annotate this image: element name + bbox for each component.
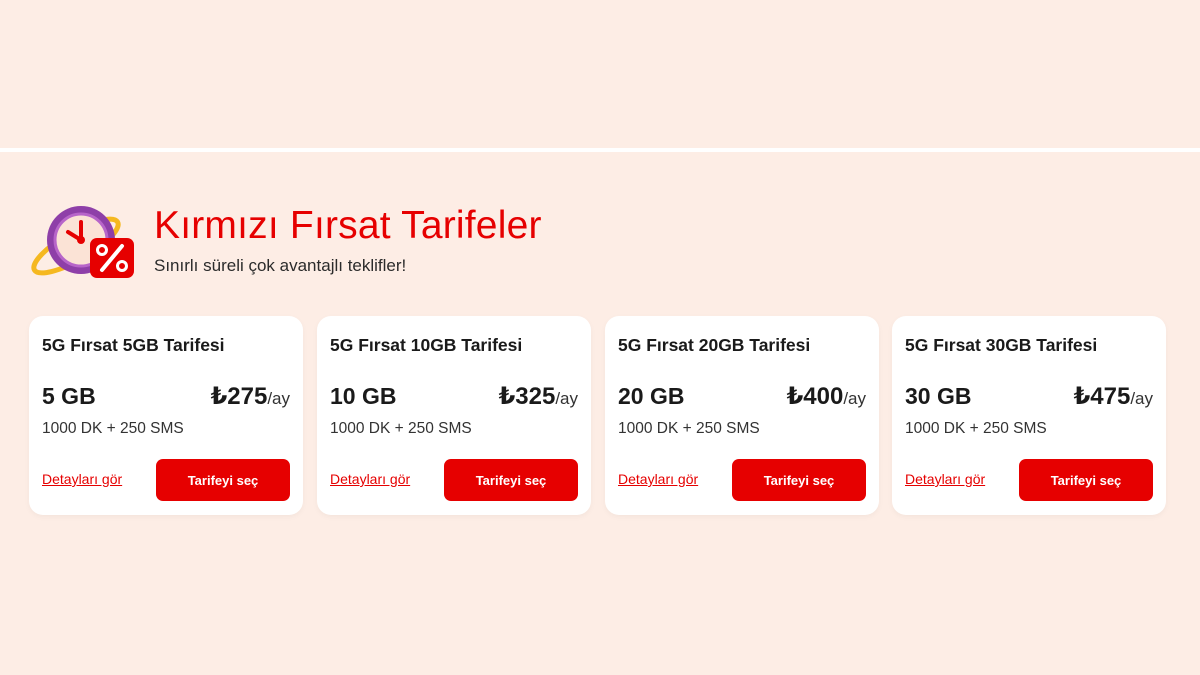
plan-price: ₺400/ay	[787, 382, 866, 411]
price-value: ₺475	[1073, 383, 1131, 410]
plan-card: 5G Fırsat 30GB Tarifesi 30 GB ₺475/ay 10…	[892, 316, 1166, 515]
price-unit: /ay	[555, 389, 578, 408]
price-unit: /ay	[843, 389, 866, 408]
top-banner-area	[0, 0, 1200, 148]
plan-data-amount: 10 GB	[330, 383, 397, 409]
plan-card-list: 5G Fırsat 5GB Tarifesi 5 GB ₺275/ay 1000…	[29, 316, 1169, 516]
select-plan-button[interactable]: Tarifeyi seç	[1019, 459, 1153, 501]
plan-name: 5G Fırsat 10GB Tarifesi	[330, 335, 523, 355]
plan-minutes-sms: 1000 DK + 250 SMS	[330, 420, 472, 437]
plan-minutes-sms: 1000 DK + 250 SMS	[618, 420, 760, 437]
plan-card: 5G Fırsat 5GB Tarifesi 5 GB ₺275/ay 1000…	[29, 316, 303, 515]
plan-price: ₺275/ay	[211, 382, 290, 411]
price-value: ₺275	[210, 383, 268, 410]
plan-name: 5G Fırsat 20GB Tarifesi	[618, 335, 811, 355]
plan-data-amount: 20 GB	[618, 383, 685, 409]
section-title: Kırmızı Fırsat Tarifeler	[154, 204, 542, 247]
plan-data-amount: 5 GB	[42, 383, 96, 409]
section-header: Kırmızı Fırsat Tarifeler Sınırlı süreli …	[26, 196, 726, 286]
plan-price: ₺325/ay	[499, 382, 578, 411]
details-link[interactable]: Detayları gör	[618, 471, 698, 487]
select-plan-button[interactable]: Tarifeyi seç	[732, 459, 866, 501]
plan-data-amount: 30 GB	[905, 383, 972, 409]
price-value: ₺400	[786, 383, 844, 410]
plan-card: 5G Fırsat 10GB Tarifesi 10 GB ₺325/ay 10…	[317, 316, 591, 515]
select-plan-button[interactable]: Tarifeyi seç	[444, 459, 578, 501]
section-divider	[0, 148, 1200, 152]
plan-minutes-sms: 1000 DK + 250 SMS	[42, 420, 184, 437]
plan-card: 5G Fırsat 20GB Tarifesi 20 GB ₺400/ay 10…	[605, 316, 879, 515]
details-link[interactable]: Detayları gör	[330, 471, 410, 487]
section-subtitle: Sınırlı süreli çok avantajlı teklifler!	[154, 256, 407, 275]
details-link[interactable]: Detayları gör	[905, 471, 985, 487]
details-link[interactable]: Detayları gör	[42, 471, 122, 487]
price-value: ₺325	[498, 383, 556, 410]
price-unit: /ay	[1130, 389, 1153, 408]
select-plan-button[interactable]: Tarifeyi seç	[156, 459, 290, 501]
price-unit: /ay	[267, 389, 290, 408]
plan-minutes-sms: 1000 DK + 250 SMS	[905, 420, 1047, 437]
plan-name: 5G Fırsat 5GB Tarifesi	[42, 335, 225, 355]
clock-discount-icon	[31, 206, 134, 278]
plan-name: 5G Fırsat 30GB Tarifesi	[905, 335, 1098, 355]
plan-price: ₺475/ay	[1074, 382, 1153, 411]
